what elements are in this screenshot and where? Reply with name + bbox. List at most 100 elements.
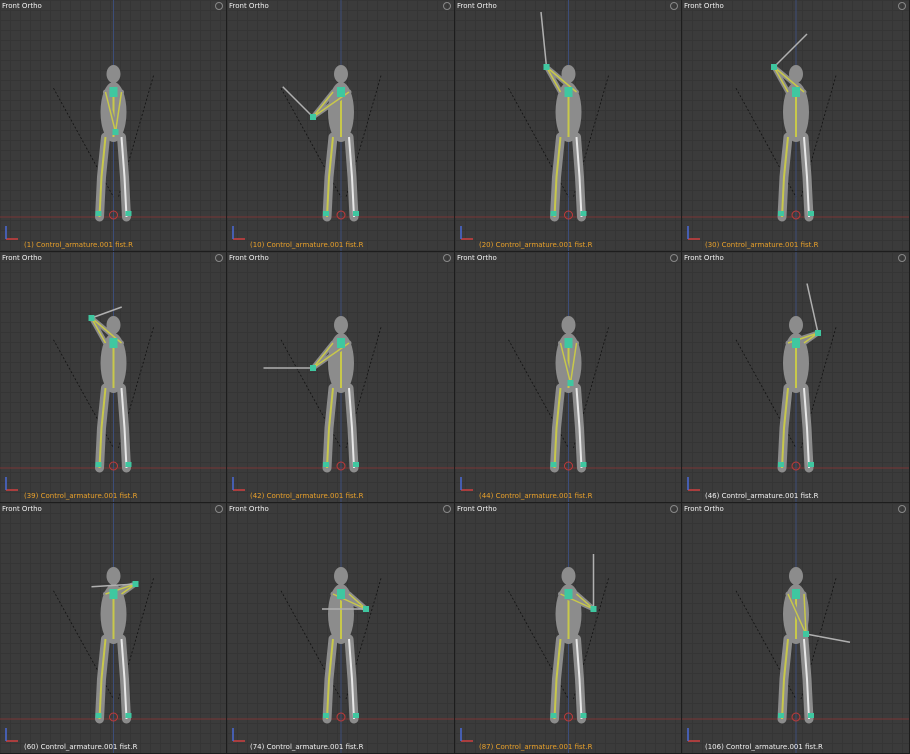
viewport-frame-label: (1) Control_armature.001 fist.R [24,241,134,249]
viewport-1[interactable]: Front Ortho (1) Control_armature.001 fist… [0,0,227,252]
axis-gizmo-icon [687,728,700,742]
left-foot-control [550,462,557,467]
viewport-3[interactable]: Front Ortho (20) Control_armature.001 fis… [455,0,682,252]
golfer-rig[interactable] [455,0,681,251]
golfer-rig[interactable] [227,252,454,502]
axis-gizmo-icon [232,226,245,240]
left-foot-control [550,713,557,718]
viewport-11[interactable]: Front Ortho (87) Control_armature.001 fis… [455,503,682,754]
right-foot-control [353,713,359,718]
viewport-grid: Front Ortho (1) Control_armature.001 fist… [0,0,910,754]
left-foot-control [778,713,784,718]
viewport-frame-label: (10) Control_armature.001 fist.R [250,241,364,249]
head [106,65,121,83]
head [789,567,803,585]
golfer-rig[interactable] [682,0,909,251]
right-foot-control [353,211,359,216]
axis-gizmo-icon [5,477,18,491]
left-foot-control [550,211,557,216]
viewport-frame-label: (46) Control_armature.001 fist.R [705,492,819,500]
viewport-12[interactable]: Front Ortho (106) Control_armature.001 fi… [682,503,910,754]
hand-control [590,606,597,612]
golf-club [540,11,548,68]
right-foot-control [808,462,814,467]
viewport-9[interactable]: Front Ortho (60) Control_armature.001 fis… [0,503,227,754]
golfer-rig[interactable] [0,252,226,502]
axis-gizmo-icon [232,477,245,491]
hand-control [543,64,550,70]
hand-control [363,606,369,612]
head [334,65,348,83]
golfer-rig[interactable] [455,503,681,753]
viewport-8[interactable]: Front Ortho (46) Control_armature.001 fis… [682,252,910,503]
chest-control [792,589,800,599]
golf-club [773,33,808,68]
chest-control [109,589,118,599]
golf-club [806,283,819,334]
axis-gizmo-icon [460,477,473,491]
viewport-4[interactable]: Front Ortho (30) Control_armature.001 fis… [682,0,910,252]
viewport-frame-label: (30) Control_armature.001 fist.R [705,241,819,249]
viewport-frame-label: (39) Control_armature.001 fist.R [24,492,138,500]
left-foot-control [778,462,784,467]
left-foot-control [95,713,102,718]
golfer-rig[interactable] [455,252,681,502]
right-foot-control [125,211,132,216]
axis-gizmo-icon [5,728,18,742]
viewport-10[interactable]: Front Ortho (74) Control_armature.001 fis… [227,503,455,754]
right-foot-control [580,713,587,718]
axis-gizmo-icon [460,728,473,742]
left-foot-control [323,713,329,718]
viewport-5[interactable]: Front Ortho (39) Control_armature.001 fis… [0,252,227,503]
hand-control [815,330,821,336]
axis-gizmo-icon [687,226,700,240]
right-foot-control [580,462,587,467]
left-foot-control [323,462,329,467]
golfer-rig[interactable] [0,0,226,251]
right-foot-control [580,211,587,216]
golfer-rig[interactable] [227,0,454,251]
axis-gizmo-icon [232,728,245,742]
left-foot-control [95,211,102,216]
golfer-rig[interactable] [682,252,909,502]
axis-gizmo-icon [460,226,473,240]
golfer-rig[interactable] [227,503,454,753]
chest-control [337,589,345,599]
head [561,316,576,334]
right-foot-control [125,462,132,467]
chest-control [792,338,800,348]
right-foot-control [353,462,359,467]
viewport-frame-label: (87) Control_armature.001 fist.R [479,743,593,751]
hand-control [132,581,139,587]
chest-control [564,338,573,348]
head [789,316,803,334]
chest-control [792,87,800,97]
head [334,316,348,334]
left-foot-control [778,211,784,216]
right-foot-control [125,713,132,718]
golfer-rig[interactable] [0,503,226,753]
chest-control [564,589,573,599]
head [334,567,348,585]
golf-club [805,633,851,643]
viewport-frame-label: (60) Control_armature.001 fist.R [24,743,138,751]
hand-control [310,365,316,371]
viewport-7[interactable]: Front Ortho (44) Control_armature.001 fis… [455,252,682,503]
axis-gizmo-icon [5,226,18,240]
golfer-rig[interactable] [682,503,909,753]
hand-control [310,114,316,120]
viewport-6[interactable]: Front Ortho (42) Control_armature.001 fis… [227,252,455,503]
chest-control [337,338,345,348]
viewport-frame-label: (44) Control_armature.001 fist.R [479,492,593,500]
viewport-2[interactable]: Front Ortho (10) Control_armature.001 fis… [227,0,455,252]
golf-club [91,306,123,319]
golf-club [282,86,314,118]
viewport-frame-label: (74) Control_armature.001 fist.R [250,743,364,751]
hand-control [112,129,119,135]
chest-control [564,87,573,97]
right-foot-control [808,713,814,718]
chest-control [109,87,118,97]
hand-control [803,631,809,637]
viewport-frame-label: (42) Control_armature.001 fist.R [250,492,364,500]
chest-control [337,87,345,97]
